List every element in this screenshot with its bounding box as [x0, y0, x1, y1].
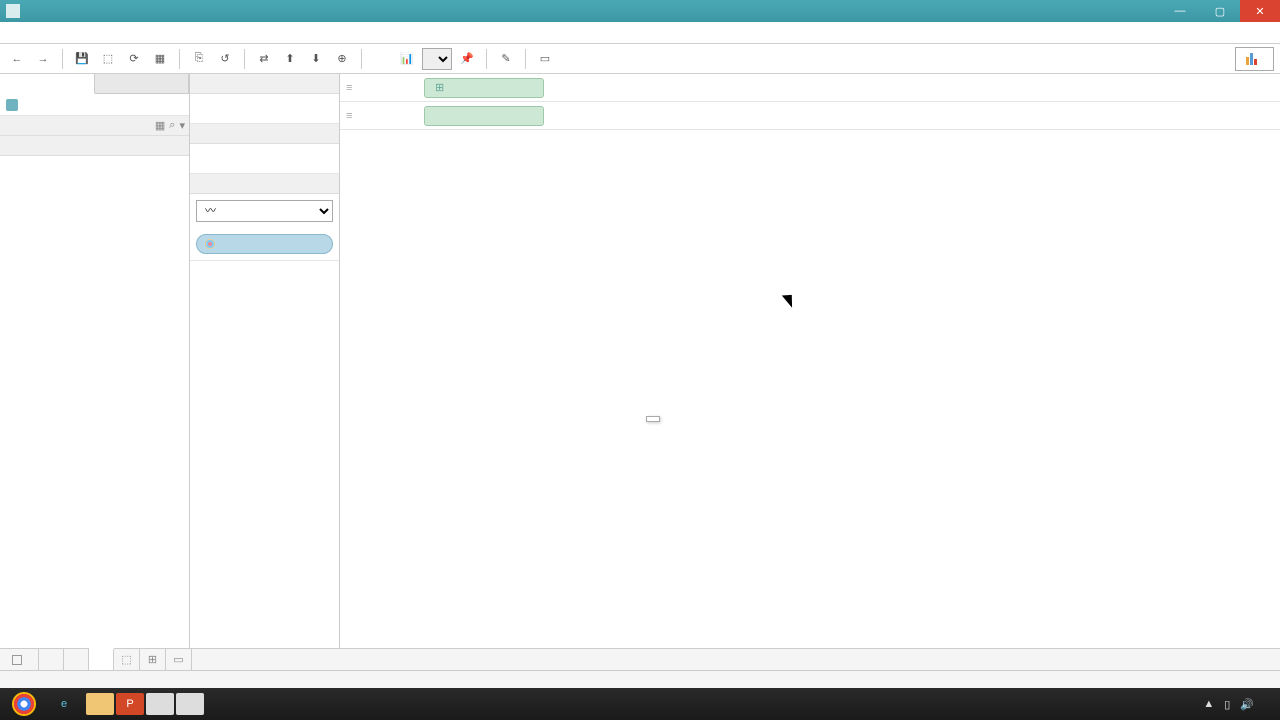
forward-button[interactable]: → — [32, 48, 54, 70]
datasource-item[interactable] — [0, 94, 189, 116]
ie-icon[interactable]: e — [44, 690, 84, 718]
columns-pill[interactable]: ⊞ — [424, 78, 544, 98]
tab-analytics[interactable] — [95, 74, 190, 94]
clear-button[interactable]: ↺ — [214, 48, 236, 70]
status-bar — [0, 670, 1280, 688]
chart-type-button[interactable]: 📊 — [396, 48, 418, 70]
group-button[interactable]: ⊕ — [331, 48, 353, 70]
columns-shelf[interactable]: ≡ ⊞ — [340, 74, 1280, 102]
show-me-button[interactable] — [1235, 47, 1274, 71]
menu-bar — [0, 22, 1280, 44]
tab-data[interactable] — [0, 74, 95, 94]
tooltip — [646, 416, 660, 422]
new-dashboard-button[interactable]: ⊞ — [140, 649, 166, 670]
filters-shelf-header — [190, 124, 339, 144]
chrome-icon[interactable] — [12, 692, 36, 716]
swap-button[interactable]: ⇄ — [253, 48, 275, 70]
color-icon — [205, 239, 215, 249]
duplicate-button[interactable]: ⎘ — [188, 48, 210, 70]
rows-pill[interactable] — [424, 106, 544, 126]
cards-pane: 〰 — [190, 74, 340, 648]
color-legend — [190, 261, 339, 277]
taskbar: e P ▲ ▯ 🔊 — [0, 688, 1280, 720]
pin-button[interactable]: 📌 — [456, 48, 478, 70]
dimensions-header: ▦ ⌕ ▾ — [0, 116, 189, 136]
new-story-button[interactable]: ▭ — [166, 649, 192, 670]
data-pane: ▦ ⌕ ▾ — [0, 74, 190, 648]
measures-header — [0, 136, 189, 156]
volume-icon[interactable]: 🔊 — [1240, 698, 1254, 711]
marks-shelf-header — [190, 174, 339, 194]
close-button[interactable]: ✕ — [1240, 0, 1280, 22]
sheet-tabs: ⬚ ⊞ ▭ — [0, 648, 1280, 670]
battery-icon[interactable]: ▯ — [1224, 698, 1230, 711]
run-button[interactable]: ▦ — [149, 48, 171, 70]
auto-update-button[interactable]: ⟳ — [123, 48, 145, 70]
search-icon[interactable]: ⌕ — [169, 119, 175, 132]
menu-icon[interactable]: ▾ — [179, 119, 185, 132]
powerpoint-icon[interactable]: P — [116, 693, 144, 715]
tab-data-source[interactable] — [0, 649, 39, 670]
highlight-button[interactable]: ✎ — [495, 48, 517, 70]
title-bar: — ▢ ✕ — [0, 0, 1280, 22]
pages-shelf-header — [190, 74, 339, 94]
filters-shelf[interactable] — [190, 144, 339, 174]
fit-select[interactable] — [422, 48, 452, 70]
tab-bar-chart[interactable] — [64, 649, 89, 670]
app-icon-2[interactable] — [176, 693, 204, 715]
sort-desc-button[interactable]: ⬇ — [305, 48, 327, 70]
app-icon — [6, 4, 20, 18]
presentation-button[interactable]: ▭ — [534, 48, 556, 70]
labels-button[interactable] — [370, 48, 392, 70]
minimize-button[interactable]: — — [1160, 0, 1200, 22]
chart-canvas[interactable] — [346, 136, 1268, 642]
new-worksheet-button[interactable]: ⬚ — [114, 649, 140, 670]
rows-icon: ≡ — [346, 110, 352, 122]
marks-pill-market[interactable] — [196, 234, 333, 254]
tab-sheet-1[interactable] — [39, 649, 64, 670]
columns-icon: ≡ — [346, 82, 352, 94]
tray-icon[interactable]: ▲ — [1203, 698, 1214, 710]
view-icon[interactable]: ▦ — [155, 119, 165, 132]
new-datasource-button[interactable]: ⬚ — [97, 48, 119, 70]
app-icon-1[interactable] — [146, 693, 174, 715]
sort-asc-button[interactable]: ⬆ — [279, 48, 301, 70]
datasource-icon — [6, 99, 18, 111]
save-button[interactable]: 💾 — [71, 48, 93, 70]
tab-line-chart[interactable] — [89, 648, 114, 670]
mark-type-select[interactable]: 〰 — [196, 200, 333, 222]
pages-shelf[interactable] — [190, 94, 339, 124]
back-button[interactable]: ← — [6, 48, 28, 70]
measures-list — [0, 156, 189, 648]
maximize-button[interactable]: ▢ — [1200, 0, 1240, 22]
rows-shelf[interactable]: ≡ — [340, 102, 1280, 130]
explorer-icon[interactable] — [86, 693, 114, 715]
toolbar: ← → 💾 ⬚ ⟳ ▦ ⎘ ↺ ⇄ ⬆ ⬇ ⊕ 📊 📌 ✎ ▭ — [0, 44, 1280, 74]
